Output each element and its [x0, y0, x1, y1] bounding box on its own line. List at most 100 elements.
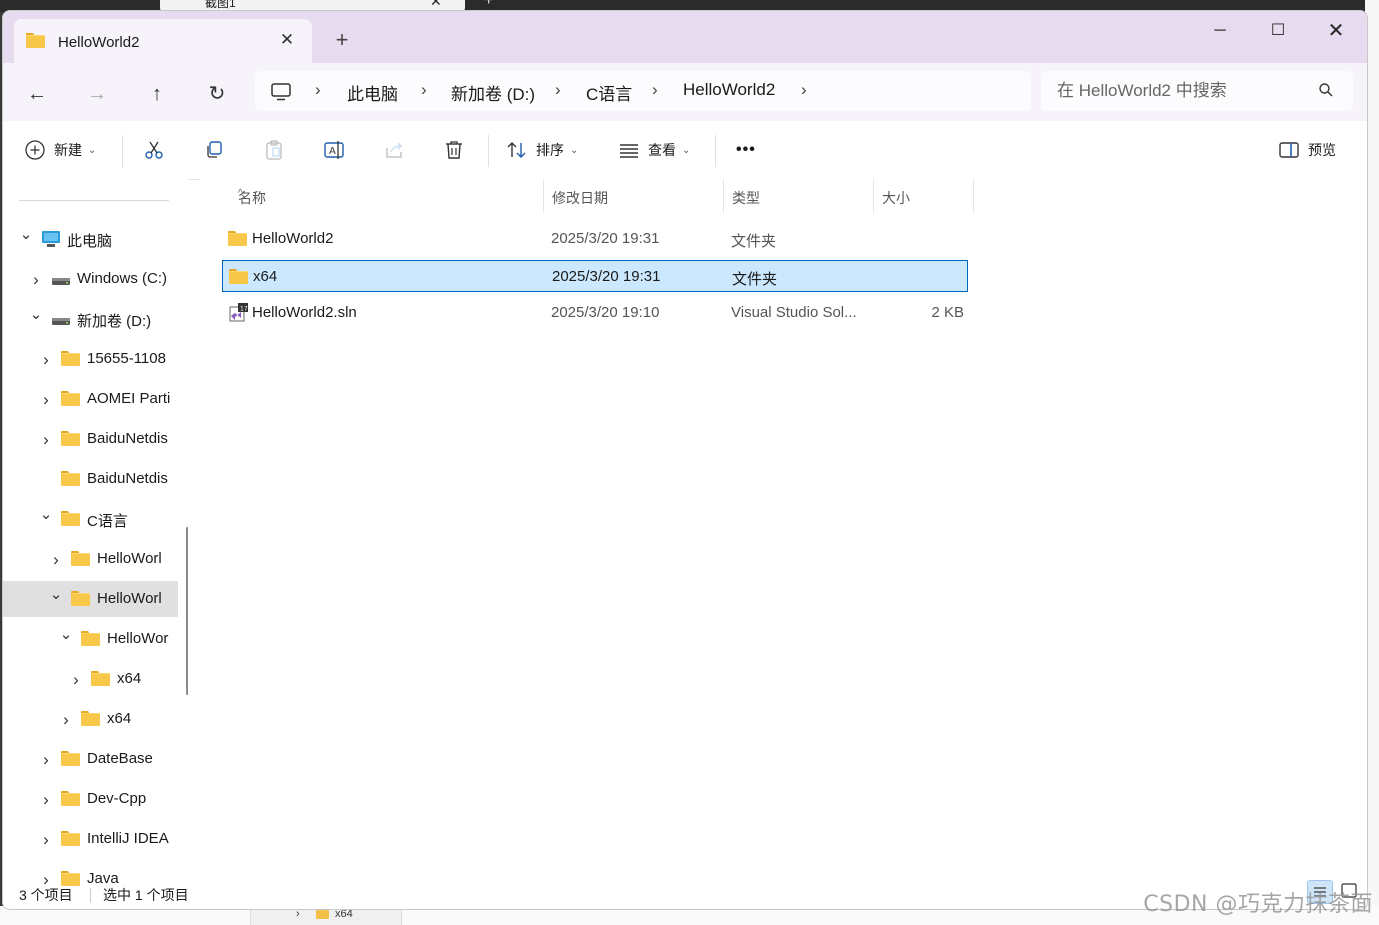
minimize-button[interactable]: ─ — [1195, 15, 1245, 47]
chevron-down-icon[interactable]: ⌄ — [19, 225, 33, 243]
sort-button[interactable]: 排序 ⌄ — [506, 137, 578, 163]
preview-pane-icon — [1279, 142, 1299, 158]
chevron-down-icon[interactable]: ⌄ — [59, 625, 73, 643]
chevron-right-icon[interactable]: › — [69, 670, 83, 690]
chevron-right-icon[interactable]: › — [39, 350, 53, 370]
sidebar-item[interactable]: ⌄ HelloWorl — [3, 581, 178, 617]
rename-button[interactable]: A — [323, 137, 347, 163]
file-row[interactable]: x64 2025/3/20 19:31 文件夹 — [222, 260, 968, 292]
tab-helloworld2[interactable]: HelloWorld2 ✕ — [14, 19, 312, 63]
clipboard-icon — [266, 140, 282, 160]
navigation-pane: ⌄ 此电脑 › Windows (C:) ⌄ 新加卷 (D:) › 15655-1108 › AO… — [3, 179, 188, 886]
breadcrumb-separator-icon[interactable]: › — [315, 80, 321, 100]
sort-ascending-icon: ^ — [238, 188, 243, 199]
chevron-right-icon[interactable]: › — [39, 870, 53, 886]
sidebar-item[interactable]: ⌄ C语言 — [3, 501, 178, 537]
column-header-size[interactable]: 大小 — [874, 179, 974, 213]
breadcrumb-helloworld2[interactable]: HelloWorld2 — [683, 80, 775, 100]
breadcrumb-separator-icon[interactable]: › — [421, 80, 427, 100]
sidebar-item[interactable]: › x64 — [3, 701, 178, 737]
chevron-right-icon[interactable]: › — [29, 270, 43, 290]
sidebar-scrollbar[interactable] — [186, 527, 188, 695]
more-options-button[interactable]: ••• — [736, 137, 756, 163]
column-header-name[interactable]: 名称 ^ — [230, 179, 544, 213]
chevron-right-icon[interactable]: › — [59, 710, 73, 730]
file-modified: 2025/3/20 19:31 — [551, 230, 660, 247]
sidebar-item[interactable]: › DateBase — [3, 741, 178, 777]
background-tab-close-icon: ✕ — [430, 0, 442, 9]
sidebar-item[interactable]: › 15655-1108 — [3, 341, 178, 377]
chevron-right-icon[interactable]: › — [39, 830, 53, 850]
file-row[interactable]: HelloWorld2 2025/3/20 19:31 文件夹 — [222, 223, 968, 255]
sidebar-item-label: Java — [87, 870, 119, 886]
breadcrumb-c-language[interactable]: C语言 — [586, 80, 632, 105]
chevron-down-icon: ⌄ — [570, 144, 579, 156]
folder-icon — [81, 631, 100, 649]
file-modified: 2025/3/20 19:10 — [551, 304, 660, 321]
sort-icon — [507, 142, 526, 158]
sidebar-item-label: HelloWor — [107, 630, 169, 647]
chevron-down-icon: ⌄ — [682, 144, 691, 156]
chevron-right-icon[interactable]: › — [39, 750, 53, 770]
close-window-button[interactable]: ✕ — [1311, 15, 1361, 47]
up-button[interactable]: ↑ — [141, 78, 173, 110]
sidebar-item[interactable]: › x64 — [3, 661, 178, 697]
new-tab-button[interactable]: + — [331, 29, 353, 51]
forward-button[interactable]: → — [81, 78, 113, 110]
breadcrumb-separator-icon[interactable]: › — [801, 80, 807, 100]
address-bar[interactable]: › 此电脑 › 新加卷 (D:) › C语言 › HelloWorld2 › — [255, 71, 1031, 111]
vs-solution-icon: 17 — [228, 302, 250, 328]
search-icon[interactable] — [1318, 82, 1334, 103]
file-row[interactable]: 17 HelloWorld2.sln 2025/3/20 19:10 Visual S… — [222, 297, 968, 329]
sidebar-item[interactable]: › HelloWorl — [3, 541, 178, 577]
chevron-down-icon[interactable]: ⌄ — [39, 505, 53, 523]
view-button[interactable]: 查看 ⌄ — [618, 137, 690, 163]
paste-button[interactable] — [263, 137, 285, 163]
sidebar-item[interactable]: › Dev-Cpp — [3, 781, 178, 817]
maximize-button[interactable]: ☐ — [1253, 15, 1303, 47]
column-header-modified[interactable]: 修改日期 — [544, 179, 724, 213]
svg-text:17: 17 — [240, 306, 248, 313]
sidebar-item[interactable]: › IntelliJ IDEA — [3, 821, 178, 857]
breadcrumb-separator-icon[interactable]: › — [555, 80, 561, 100]
sidebar-item[interactable]: BaiduNetdis — [3, 461, 178, 497]
close-tab-button[interactable]: ✕ — [276, 29, 298, 51]
breadcrumb-drive-d[interactable]: 新加卷 (D:) — [451, 80, 535, 105]
sidebar-item[interactable]: ⌄ 此电脑 — [3, 221, 178, 257]
copy-button[interactable] — [203, 137, 225, 163]
view-button-label: 查看 — [648, 142, 676, 158]
folder-icon — [71, 551, 90, 569]
sidebar-item-label: HelloWorl — [97, 550, 162, 567]
sidebar-item[interactable]: › BaiduNetdis — [3, 421, 178, 457]
delete-button[interactable] — [443, 137, 465, 163]
chevron-right-icon[interactable]: › — [49, 550, 63, 570]
column-header-type[interactable]: 类型 — [724, 179, 874, 213]
file-modified: 2025/3/20 19:31 — [552, 268, 661, 285]
breadcrumb-this-pc[interactable]: 此电脑 — [347, 80, 398, 105]
chevron-right-icon[interactable]: › — [39, 430, 53, 450]
chevron-right-icon[interactable]: › — [39, 390, 53, 410]
new-button[interactable]: 新建 ⌄ — [24, 137, 96, 163]
share-button[interactable] — [383, 137, 405, 163]
chevron-down-icon[interactable]: ⌄ — [29, 305, 43, 323]
toolbar-divider — [715, 135, 716, 167]
folder-icon — [61, 871, 80, 886]
cut-button[interactable] — [143, 137, 165, 163]
chevron-right-icon[interactable]: › — [39, 790, 53, 810]
search-box[interactable] — [1041, 71, 1353, 111]
sidebar-item-label: Dev-Cpp — [87, 790, 147, 807]
search-input[interactable] — [1055, 79, 1309, 103]
file-type: 文件夹 — [732, 271, 778, 288]
chevron-down-icon[interactable]: ⌄ — [49, 585, 63, 603]
preview-pane-button[interactable]: 预览 — [1278, 137, 1336, 163]
sidebar-item[interactable]: › Windows (C:) — [3, 261, 178, 297]
back-button[interactable]: ← — [21, 78, 53, 110]
sidebar-item[interactable]: › Java — [3, 861, 178, 886]
preview-button-label: 预览 — [1308, 142, 1336, 158]
sidebar-item[interactable]: › AOMEI Parti — [3, 381, 178, 417]
breadcrumb-separator-icon[interactable]: › — [652, 80, 658, 100]
refresh-button[interactable]: ↻ — [201, 78, 233, 110]
sidebar-item[interactable]: ⌄ HelloWor — [3, 621, 178, 657]
sidebar-item[interactable]: ⌄ 新加卷 (D:) — [3, 301, 178, 337]
sidebar-item-label: 此电脑 — [67, 233, 113, 250]
